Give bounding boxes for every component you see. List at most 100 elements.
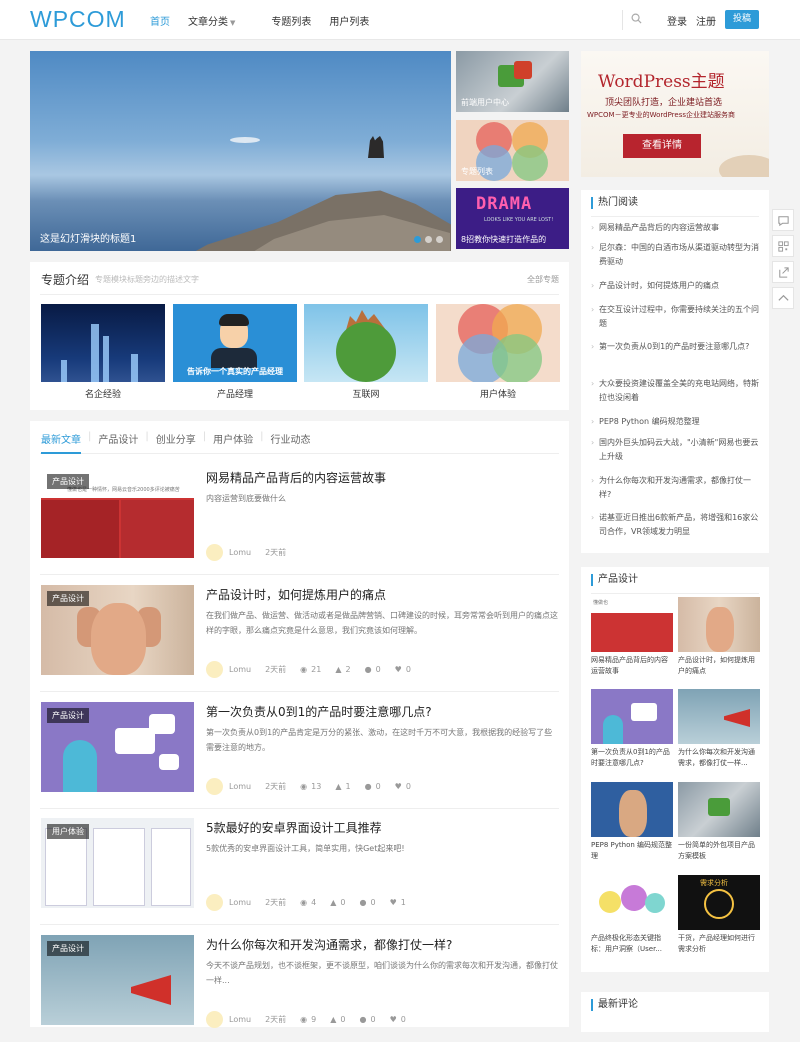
tab-startup[interactable]: 创业分享 <box>156 431 196 446</box>
heart-icon[interactable]: ♥ <box>395 782 402 791</box>
author-name[interactable]: Lomu <box>229 548 251 557</box>
avatar[interactable] <box>206 661 223 678</box>
hero-slider[interactable]: 这是幻灯滑块的标题1 <box>30 51 451 251</box>
side-thumb-user-center[interactable]: 前端用户中心 <box>456 51 569 112</box>
slide-caption[interactable]: 这是幻灯滑块的标题1 <box>40 230 136 245</box>
heart-icon[interactable]: ♥ <box>395 665 402 674</box>
widget-post-title: 产品设计时，如何提炼用户的痛点 <box>678 656 755 675</box>
thumbs-up-icon[interactable]: ▲ <box>335 665 341 674</box>
puzzle-piece <box>708 798 730 816</box>
widget-post[interactable]: 一份简单的外包项目产品方案模板 <box>678 782 760 862</box>
nav-home[interactable]: 首页 <box>150 13 170 28</box>
widget-post[interactable]: 懂做也 网易精品产品背后的内容运营故事 <box>591 597 673 677</box>
article-title[interactable]: 网易精品产品背后的内容运营故事 <box>206 469 386 486</box>
tab-industry[interactable]: 行业动态 <box>271 431 311 446</box>
tab-separator: | <box>202 431 207 442</box>
article-title[interactable]: 5款最好的安卓界面设计工具推荐 <box>206 819 382 836</box>
topic-label[interactable]: 互联网 <box>304 387 428 400</box>
article-thumbnail[interactable]: 产品设计 <box>41 585 194 675</box>
thumbs-up-icon[interactable]: ▲ <box>335 782 341 791</box>
author-name[interactable]: Lomu <box>229 665 251 674</box>
widget-post-title: 第一次负责从0到1的产品时要注意哪几点? <box>591 748 670 767</box>
article-tag[interactable]: 产品设计 <box>47 708 89 723</box>
slider-dot-3[interactable] <box>436 236 443 243</box>
heart-icon[interactable]: ♥ <box>390 1015 397 1024</box>
back-to-top-button[interactable] <box>772 287 794 309</box>
avatar[interactable] <box>206 778 223 795</box>
hot-item[interactable]: 网易精品产品背后的内容运营故事 <box>591 221 761 235</box>
comment-icon[interactable]: ● <box>365 782 372 791</box>
article-tag[interactable]: 产品设计 <box>47 941 89 956</box>
article-thumbnail[interactable]: 产品设计 <box>41 935 194 1025</box>
tab-latest[interactable]: 最新文章 <box>41 431 81 446</box>
avatar[interactable] <box>206 544 223 561</box>
avatar[interactable] <box>206 1011 223 1028</box>
widget-post[interactable]: 需求分析 干货，产品经理如何进行需求分析 <box>678 875 760 955</box>
topic-card-image[interactable] <box>41 304 165 382</box>
slider-dot-1[interactable] <box>414 236 421 243</box>
fav-count: 0 <box>405 782 411 791</box>
article-title[interactable]: 为什么你每次和开发沟通需求，都像打仗一样? <box>206 936 452 953</box>
topic-label[interactable]: 产品经理 <box>173 387 297 400</box>
topic-card-image[interactable]: 告诉你一个真实的产品经理 <box>173 304 297 382</box>
topic-card-image[interactable] <box>436 304 560 382</box>
comment-count: 0 <box>370 898 376 907</box>
hot-item[interactable]: 在交互设计过程中，你需要持续关注的五个问题 <box>591 303 761 331</box>
nav-users[interactable]: 用户列表 <box>329 13 369 28</box>
comment-icon[interactable]: ● <box>360 1015 367 1024</box>
share-button[interactable] <box>772 261 794 283</box>
article-thumbnail[interactable]: 懂做也是一种情怀，网易云音乐2000多评论被痛苦 产品设计 <box>41 468 194 558</box>
active-tab-indicator <box>41 452 81 454</box>
all-topics-link[interactable]: 全部专题 <box>527 274 559 285</box>
thumbs-up-icon[interactable]: ▲ <box>330 1015 336 1024</box>
ad-details-button[interactable]: 查看详情 <box>623 134 701 158</box>
widget-post[interactable]: 第一次负责从0到1的产品时要注意哪几点? <box>591 689 673 769</box>
hot-item[interactable]: 国内外巨头加码云大战，"小清新"网易也要云上升级 <box>591 436 761 464</box>
hot-item[interactable]: 大众要投资建设覆盖全美的充电站网络，特斯拉也没闲着 <box>591 377 761 405</box>
article-tag[interactable]: 产品设计 <box>47 474 89 489</box>
avatar[interactable] <box>206 894 223 911</box>
tab-product-design[interactable]: 产品设计 <box>98 431 138 446</box>
tab-ux[interactable]: 用户体验 <box>213 431 253 446</box>
site-logo[interactable]: WPCOM <box>30 6 126 33</box>
author-name[interactable]: Lomu <box>229 1015 251 1024</box>
register-link[interactable]: 注册 <box>696 13 716 28</box>
qrcode-button[interactable] <box>772 235 794 257</box>
author-name[interactable]: Lomu <box>229 898 251 907</box>
topic-card-image[interactable] <box>304 304 428 382</box>
topic-label[interactable]: 用户体验 <box>436 387 560 400</box>
comment-icon[interactable]: ● <box>360 898 367 907</box>
article-title[interactable]: 第一次负责从0到1的产品时要注意哪几点? <box>206 703 432 720</box>
slider-dot-2[interactable] <box>425 236 432 243</box>
article-title[interactable]: 产品设计时，如何提炼用户的痛点 <box>206 586 386 603</box>
widget-post[interactable]: 产品设计时，如何提炼用户的痛点 <box>678 597 760 677</box>
article-tag[interactable]: 用户体验 <box>47 824 89 839</box>
side-thumb-topics[interactable]: 专题列表 <box>456 120 569 181</box>
thumbs-up-icon[interactable]: ▲ <box>330 898 336 907</box>
hot-item[interactable]: 第一次负责从0到1的产品时要注意哪几点? <box>591 340 761 354</box>
nav-topics[interactable]: 专题列表 <box>271 13 311 28</box>
post-button[interactable]: 投稿 <box>725 10 759 29</box>
hot-item[interactable]: 为什么你每次和开发沟通需求，都像打仗一样? <box>591 474 761 502</box>
wordpress-ad-banner[interactable]: WordPress主题 顶尖团队打造，企业建站首选 WPCOM－更专业的Word… <box>581 51 769 177</box>
hot-item[interactable]: 尼尔森：中国的白酒市场从渠道驱动转型为消费驱动 <box>591 241 761 269</box>
article-tag[interactable]: 产品设计 <box>47 591 89 606</box>
hot-item[interactable]: PEP8 Python 编码规范整理 <box>591 415 761 429</box>
article-thumbnail[interactable]: 产品设计 <box>41 702 194 792</box>
author-name[interactable]: Lomu <box>229 782 251 791</box>
topic-label[interactable]: 名企经验 <box>41 387 165 400</box>
hot-item[interactable]: 产品设计时，如何提炼用户的痛点 <box>591 279 761 293</box>
side-thumb-drama[interactable]: DRAMA LOOKS LIKE YOU ARE LOST! 8招教你快速打造作… <box>456 188 569 249</box>
search-icon[interactable] <box>622 10 642 30</box>
nav-categories[interactable]: 文章分类 ▼ <box>188 13 253 28</box>
hot-item[interactable]: 诺基亚近日推出6款新产品，将增强和16家公司合作，VR领域发力明显 <box>591 511 761 539</box>
feedback-button[interactable] <box>772 209 794 231</box>
article-thumbnail[interactable]: 用户体验 <box>41 818 194 908</box>
login-link[interactable]: 登录 <box>667 13 687 28</box>
widget-post[interactable]: 产品终极化形态关键指标：用户洞察（User... <box>591 875 673 955</box>
widget-post[interactable]: PEP8 Python 编码规范整理 <box>591 782 673 862</box>
widget-post[interactable]: 为什么你每次和开发沟通需求，都像打仗一样... <box>678 689 760 769</box>
latest-comments-widget: 最新评论 <box>581 992 769 1032</box>
heart-icon[interactable]: ♥ <box>390 898 397 907</box>
comment-icon[interactable]: ● <box>365 665 372 674</box>
